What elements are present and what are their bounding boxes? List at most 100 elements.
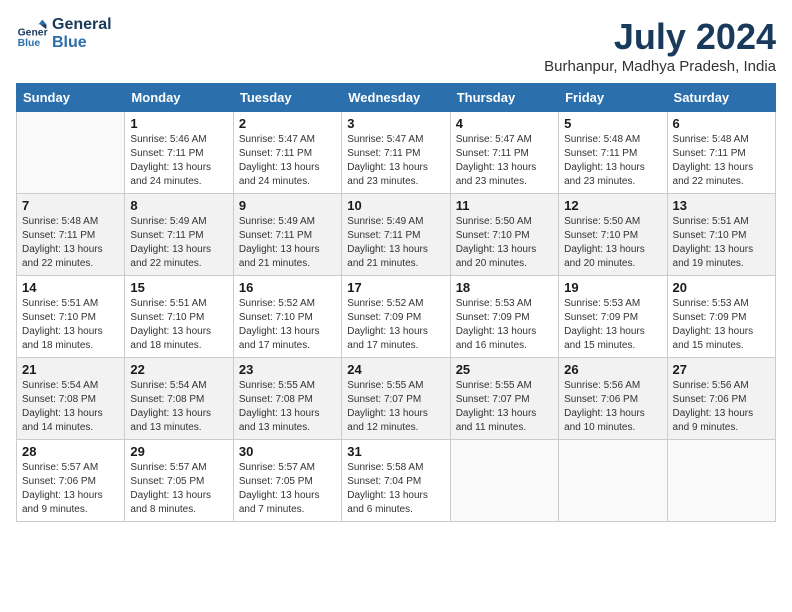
col-header-saturday: Saturday	[667, 84, 775, 112]
day-number: 10	[347, 198, 444, 213]
calendar-cell: 16Sunrise: 5:52 AMSunset: 7:10 PMDayligh…	[233, 276, 341, 358]
day-info: Sunrise: 5:56 AMSunset: 7:06 PMDaylight:…	[673, 379, 770, 435]
day-info: Sunrise: 5:55 AMSunset: 7:08 PMDaylight:…	[239, 379, 336, 435]
day-info: Sunrise: 5:47 AMSunset: 7:11 PMDaylight:…	[456, 133, 553, 189]
day-info: Sunrise: 5:49 AMSunset: 7:11 PMDaylight:…	[130, 215, 227, 271]
day-number: 25	[456, 362, 553, 377]
calendar-cell: 7Sunrise: 5:48 AMSunset: 7:11 PMDaylight…	[17, 194, 125, 276]
day-number: 8	[130, 198, 227, 213]
header-row: SundayMondayTuesdayWednesdayThursdayFrid…	[17, 84, 776, 112]
day-info: Sunrise: 5:51 AMSunset: 7:10 PMDaylight:…	[673, 215, 770, 271]
day-number: 3	[347, 116, 444, 131]
calendar-cell: 4 Sunrise: 5:47 AMSunset: 7:11 PMDaylight…	[450, 112, 558, 194]
calendar-cell	[17, 112, 125, 194]
day-number: 30	[239, 444, 336, 459]
day-info: Sunrise: 5:57 AMSunset: 7:06 PMDaylight:…	[22, 461, 119, 517]
day-info: Sunrise: 5:54 AMSunset: 7:08 PMDaylight:…	[22, 379, 119, 435]
calendar-cell: 6 Sunrise: 5:48 AMSunset: 7:11 PMDaylight…	[667, 112, 775, 194]
calendar-cell: 23 Sunrise: 5:55 AMSunset: 7:08 PMDayligh…	[233, 358, 341, 440]
day-info: Sunrise: 5:47 AMSunset: 7:11 PMDaylight:…	[239, 133, 336, 189]
day-info: Sunrise: 5:48 AMSunset: 7:11 PMDaylight:…	[673, 133, 770, 189]
day-info: Sunrise: 5:53 AMSunset: 7:09 PMDaylight:…	[673, 297, 770, 353]
day-info: Sunrise: 5:47 AMSunset: 7:11 PMDaylight:…	[347, 133, 444, 189]
day-number: 9	[239, 198, 336, 213]
day-info: Sunrise: 5:56 AMSunset: 7:06 PMDaylight:…	[564, 379, 661, 435]
calendar-cell: 17 Sunrise: 5:52 AMSunset: 7:09 PMDayligh…	[342, 276, 450, 358]
calendar-cell: 28 Sunrise: 5:57 AMSunset: 7:06 PMDayligh…	[17, 440, 125, 522]
day-info: Sunrise: 5:58 AMSunset: 7:04 PMDaylight:…	[347, 461, 444, 517]
page-header: General Blue General Blue July 2024 Burh…	[16, 16, 776, 75]
day-info: Sunrise: 5:51 AMSunset: 7:10 PMDaylight:…	[130, 297, 227, 353]
day-number: 24	[347, 362, 444, 377]
day-number: 26	[564, 362, 661, 377]
day-number: 5	[564, 116, 661, 131]
day-number: 6	[673, 116, 770, 131]
calendar-table: SundayMondayTuesdayWednesdayThursdayFrid…	[16, 83, 776, 522]
col-header-sunday: Sunday	[17, 84, 125, 112]
day-number: 12	[564, 198, 661, 213]
location: Burhanpur, Madhya Pradesh, India	[544, 58, 776, 75]
month-year: July 2024	[544, 16, 776, 58]
day-info: Sunrise: 5:49 AMSunset: 7:11 PMDaylight:…	[239, 215, 336, 271]
calendar-cell: 12 Sunrise: 5:50 AMSunset: 7:10 PMDayligh…	[559, 194, 667, 276]
col-header-wednesday: Wednesday	[342, 84, 450, 112]
calendar-cell: 19 Sunrise: 5:53 AMSunset: 7:09 PMDayligh…	[559, 276, 667, 358]
logo-icon: General Blue	[16, 18, 48, 50]
day-info: Sunrise: 5:51 AMSunset: 7:10 PMDaylight:…	[22, 297, 119, 353]
calendar-cell: 29Sunrise: 5:57 AMSunset: 7:05 PMDayligh…	[125, 440, 233, 522]
svg-text:Blue: Blue	[18, 38, 41, 49]
day-number: 15	[130, 280, 227, 295]
day-info: Sunrise: 5:50 AMSunset: 7:10 PMDaylight:…	[564, 215, 661, 271]
calendar-cell: 14 Sunrise: 5:51 AMSunset: 7:10 PMDayligh…	[17, 276, 125, 358]
day-info: Sunrise: 5:46 AMSunset: 7:11 PMDaylight:…	[130, 133, 227, 189]
week-row: 7Sunrise: 5:48 AMSunset: 7:11 PMDaylight…	[17, 194, 776, 276]
calendar-cell	[559, 440, 667, 522]
calendar-cell: 15 Sunrise: 5:51 AMSunset: 7:10 PMDayligh…	[125, 276, 233, 358]
calendar-cell: 13 Sunrise: 5:51 AMSunset: 7:10 PMDayligh…	[667, 194, 775, 276]
day-number: 19	[564, 280, 661, 295]
day-number: 17	[347, 280, 444, 295]
calendar-cell: 8 Sunrise: 5:49 AMSunset: 7:11 PMDaylight…	[125, 194, 233, 276]
logo-text: General	[52, 16, 112, 34]
title-block: July 2024 Burhanpur, Madhya Pradesh, Ind…	[544, 16, 776, 75]
day-info: Sunrise: 5:55 AMSunset: 7:07 PMDaylight:…	[347, 379, 444, 435]
calendar-cell: 27 Sunrise: 5:56 AMSunset: 7:06 PMDayligh…	[667, 358, 775, 440]
day-number: 21	[22, 362, 119, 377]
day-number: 29	[130, 444, 227, 459]
calendar-cell: 24 Sunrise: 5:55 AMSunset: 7:07 PMDayligh…	[342, 358, 450, 440]
day-info: Sunrise: 5:52 AMSunset: 7:09 PMDaylight:…	[347, 297, 444, 353]
day-info: Sunrise: 5:48 AMSunset: 7:11 PMDaylight:…	[564, 133, 661, 189]
day-number: 28	[22, 444, 119, 459]
day-number: 4	[456, 116, 553, 131]
day-number: 14	[22, 280, 119, 295]
day-info: Sunrise: 5:57 AMSunset: 7:05 PMDaylight:…	[239, 461, 336, 517]
day-info: Sunrise: 5:52 AMSunset: 7:10 PMDaylight:…	[239, 297, 336, 353]
calendar-cell: 2 Sunrise: 5:47 AMSunset: 7:11 PMDaylight…	[233, 112, 341, 194]
day-info: Sunrise: 5:49 AMSunset: 7:11 PMDaylight:…	[347, 215, 444, 271]
day-number: 27	[673, 362, 770, 377]
day-info: Sunrise: 5:48 AMSunset: 7:11 PMDaylight:…	[22, 215, 119, 271]
day-info: Sunrise: 5:54 AMSunset: 7:08 PMDaylight:…	[130, 379, 227, 435]
day-number: 20	[673, 280, 770, 295]
day-number: 31	[347, 444, 444, 459]
calendar-cell: 22Sunrise: 5:54 AMSunset: 7:08 PMDayligh…	[125, 358, 233, 440]
day-number: 18	[456, 280, 553, 295]
day-number: 23	[239, 362, 336, 377]
day-info: Sunrise: 5:55 AMSunset: 7:07 PMDaylight:…	[456, 379, 553, 435]
week-row: 21 Sunrise: 5:54 AMSunset: 7:08 PMDayligh…	[17, 358, 776, 440]
day-number: 13	[673, 198, 770, 213]
calendar-cell: 3 Sunrise: 5:47 AMSunset: 7:11 PMDaylight…	[342, 112, 450, 194]
week-row: 14 Sunrise: 5:51 AMSunset: 7:10 PMDayligh…	[17, 276, 776, 358]
calendar-cell: 25 Sunrise: 5:55 AMSunset: 7:07 PMDayligh…	[450, 358, 558, 440]
calendar-cell: 1Sunrise: 5:46 AMSunset: 7:11 PMDaylight…	[125, 112, 233, 194]
col-header-tuesday: Tuesday	[233, 84, 341, 112]
calendar-cell: 18Sunrise: 5:53 AMSunset: 7:09 PMDayligh…	[450, 276, 558, 358]
day-number: 2	[239, 116, 336, 131]
day-info: Sunrise: 5:53 AMSunset: 7:09 PMDaylight:…	[564, 297, 661, 353]
col-header-thursday: Thursday	[450, 84, 558, 112]
week-row: 28 Sunrise: 5:57 AMSunset: 7:06 PMDayligh…	[17, 440, 776, 522]
calendar-cell: 11Sunrise: 5:50 AMSunset: 7:10 PMDayligh…	[450, 194, 558, 276]
logo-subtext: Blue	[52, 34, 112, 52]
day-number: 11	[456, 198, 553, 213]
calendar-cell	[667, 440, 775, 522]
